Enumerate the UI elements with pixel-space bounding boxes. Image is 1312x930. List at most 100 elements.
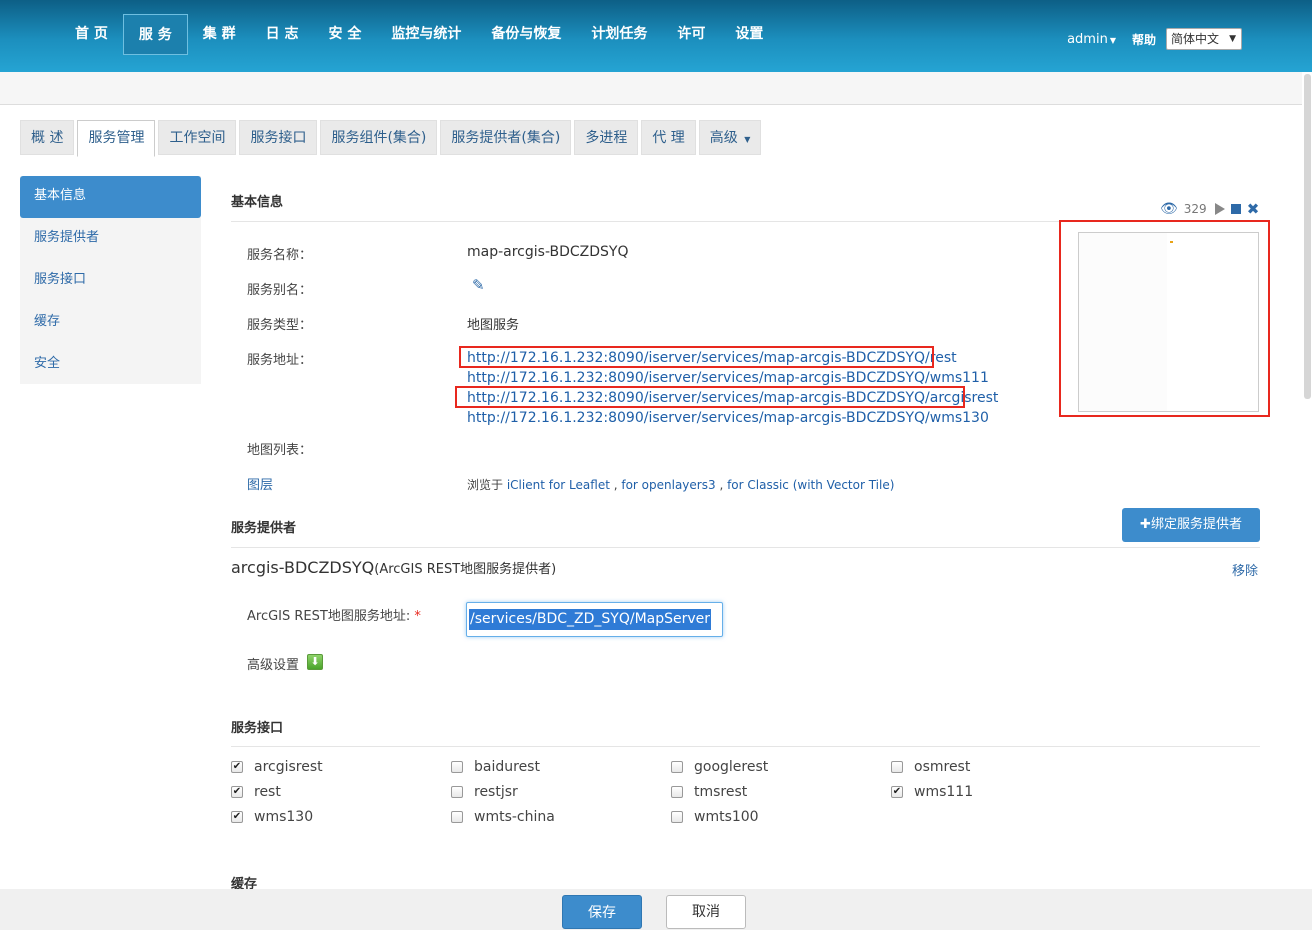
nav-license[interactable]: 许可 [662,14,720,55]
sidebar-item-basic-info[interactable]: 基本信息 [20,176,201,218]
interface-checkbox-item[interactable]: wmts-china [451,809,555,825]
eye-icon: 👁 [1160,201,1178,217]
browse-openlayers-link[interactable]: for openlayers3 [621,478,715,492]
interface-checkbox-label: tmsrest [694,784,748,800]
layer-link[interactable]: 图层 [247,474,273,493]
interface-checkbox-item[interactable]: ✔ rest [231,784,281,800]
chevron-down-icon: ▼ [1229,34,1236,44]
interface-checkbox-item[interactable]: osmrest [891,759,970,775]
interface-checkbox-item[interactable]: ✔ wms111 [891,784,973,800]
nav-cluster[interactable]: 集 群 [188,14,251,55]
interface-checkbox-item[interactable]: restjsr [451,784,518,800]
interface-checkbox-item[interactable]: ✔ arcgisrest [231,759,323,775]
highlight-box-arcgisrest-url [455,386,965,408]
interface-checkbox-item[interactable]: googlerest [671,759,768,775]
basic-info-title: 基本信息 [231,195,284,210]
interface-checkbox-label: arcgisrest [254,759,323,775]
plus-icon: ✚ [1140,517,1151,532]
tab-service-components[interactable]: 服务组件(集合) [320,120,438,155]
interface-checkbox-item[interactable]: tmsrest [671,784,747,800]
nav-security[interactable]: 安 全 [314,14,377,55]
tab-workspace[interactable]: 工作空间 [158,120,237,155]
divider [231,547,1260,548]
required-mark: * [414,609,421,624]
url-wms111[interactable]: http://172.16.1.232:8090/iserver/service… [467,368,998,388]
checkbox-unchecked[interactable] [451,786,463,798]
checkbox-checked[interactable]: ✔ [231,761,243,773]
tab-proxy[interactable]: 代 理 [641,120,696,155]
interface-checkbox-label: wms111 [914,784,974,800]
checkbox-unchecked[interactable] [891,761,903,773]
sidebar: 基本信息 服务提供者 服务接口 缓存 安全 [20,176,201,384]
nav-services[interactable]: 服 务 [122,14,188,55]
interface-checkbox-label: restjsr [474,784,518,800]
arcgis-address-input[interactable]: /services/BDC_ZD_SYQ/MapServer [466,602,723,637]
scrollbar[interactable] [1302,72,1312,402]
interface-checkbox-label: wmts-china [474,809,555,825]
nav-settings[interactable]: 设置 [720,14,778,55]
user-menu[interactable]: admin ▼ [1067,32,1116,47]
arcgis-address-label: ArcGIS REST地图服务地址: * [247,605,421,624]
service-alias-label: 服务别名： [247,283,313,298]
tab-service-providers[interactable]: 服务提供者(集合) [440,120,572,155]
tab-multiprocess[interactable]: 多进程 [574,120,639,155]
service-tabs: 概 述 服务管理 工作空间 服务接口 服务组件(集合) 服务提供者(集合) 多进… [20,120,764,157]
stop-icon[interactable] [1230,204,1241,214]
bind-provider-label: 绑定服务提供者 [1150,517,1242,532]
remove-provider-link[interactable]: 移除 [1232,560,1258,579]
highlight-box-rest-url [459,346,934,368]
nav-backup[interactable]: 备份与恢复 [476,14,576,55]
divider [231,746,1260,747]
checkbox-unchecked[interactable] [451,811,463,823]
browse-classic-link[interactable]: for Classic (with Vector Tile) [727,478,894,492]
close-icon[interactable]: ✖ [1247,200,1260,218]
service-name-label: 服务名称： [247,248,313,263]
browse-links: 浏览于 iClient for Leaflet , for openlayers… [467,478,895,492]
caret-down-icon: ▼ [744,135,751,144]
help-link[interactable]: 帮助 [1132,31,1156,48]
advanced-settings-label: 高级设置 [247,658,300,673]
tab-advanced[interactable]: 高级 ▼ [698,120,762,155]
interface-checkbox-label: wms130 [254,809,314,825]
checkbox-checked[interactable]: ✔ [891,786,903,798]
download-arrow-icon[interactable]: ⬇ [307,654,323,670]
nav-home[interactable]: 首 页 [60,14,123,55]
play-icon[interactable] [1214,203,1225,215]
cancel-button[interactable]: 取消 [666,895,746,929]
checkbox-unchecked[interactable] [451,761,463,773]
arcgis-address-value: /services/BDC_ZD_SYQ/MapServer [469,609,712,630]
nav-monitoring[interactable]: 监控与统计 [376,14,476,55]
interface-checkbox-item[interactable]: ✔ wms130 [231,809,313,825]
scrollbar-thumb[interactable] [1304,74,1311,399]
sidebar-item-cache[interactable]: 缓存 [20,302,201,344]
sidebar-item-providers[interactable]: 服务提供者 [20,218,201,260]
service-toolbar: 👁 329 ✖ [1160,200,1259,218]
edit-icon[interactable]: ✎ [472,276,485,294]
tab-service-management[interactable]: 服务管理 [77,120,156,157]
interface-checkbox-item[interactable]: wmts100 [671,809,759,825]
language-value: 简体中文 [1171,32,1220,46]
sidebar-item-interfaces[interactable]: 服务接口 [20,260,201,302]
nav-logs[interactable]: 日 志 [251,14,314,55]
language-select[interactable]: 简体中文 ▼ [1166,28,1242,50]
interface-checkbox-label: osmrest [914,759,971,775]
provider-type: (ArcGIS REST地图服务提供者) [374,562,557,577]
tab-overview[interactable]: 概 述 [20,120,75,155]
save-button[interactable]: 保存 [562,895,642,929]
checkbox-unchecked[interactable] [671,786,683,798]
checkbox-unchecked[interactable] [671,761,683,773]
nav-scheduled-tasks[interactable]: 计划任务 [576,14,662,55]
interface-checkbox-item[interactable]: baidurest [451,759,540,775]
url-wms130[interactable]: http://172.16.1.232:8090/iserver/service… [467,408,998,428]
arcgis-address-label-text: ArcGIS REST地图服务地址: [247,609,411,624]
checkbox-unchecked[interactable] [671,811,683,823]
browse-leaflet-link[interactable]: iClient for Leaflet [507,478,610,492]
tab-service-interface[interactable]: 服务接口 [239,120,318,155]
interface-checkbox-label: wmts100 [694,809,759,825]
checkbox-checked[interactable]: ✔ [231,811,243,823]
sidebar-item-security[interactable]: 安全 [20,344,201,386]
checkbox-checked[interactable]: ✔ [231,786,243,798]
service-type-label: 服务类型： [247,318,313,333]
view-count: 329 [1183,202,1207,216]
bind-provider-button[interactable]: ✚绑定服务提供者 [1122,508,1260,542]
